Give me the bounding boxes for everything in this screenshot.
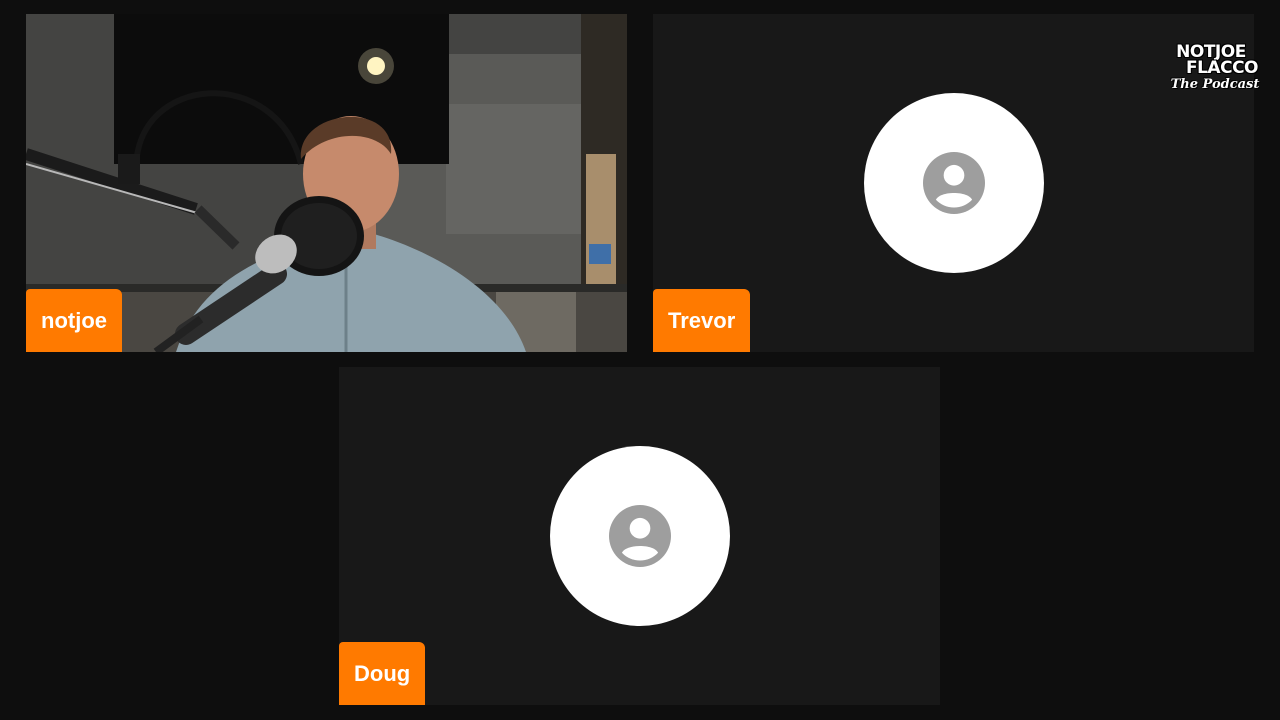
avatar <box>549 446 730 626</box>
participant-name-tag: Trevor <box>653 289 751 352</box>
participant-tile-doug[interactable]: Doug <box>339 367 940 705</box>
participant-name-tag: Doug <box>339 642 426 705</box>
logo-line-2: FLACCO <box>1185 58 1259 78</box>
participant-tile-notjoe[interactable]: notjoe <box>26 14 627 352</box>
participant-name-tag: notjoe <box>26 289 122 352</box>
logo-line-3: The Podcast <box>1170 77 1260 92</box>
user-placeholder-icon <box>608 505 671 567</box>
podcast-logo: NOTJOE FLACCO The Podcast <box>1156 44 1266 92</box>
user-placeholder-icon <box>922 152 985 214</box>
call-stage: notjoe Trevor Doug NOTJOE FLACCO The Pod… <box>0 0 1280 720</box>
avatar <box>863 93 1044 273</box>
